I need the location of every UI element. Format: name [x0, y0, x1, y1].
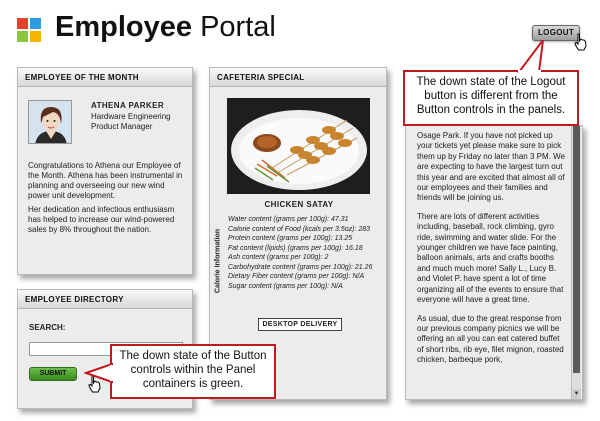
nutrition-item: Water content (grams per 100g): 47.31 — [228, 216, 349, 223]
dish-name: CHICKEN SATAY — [264, 200, 334, 209]
logout-button[interactable]: LOGOUT — [532, 25, 580, 41]
callout-pointer — [517, 40, 545, 74]
submit-button[interactable]: SUBMIT — [29, 367, 77, 381]
page-title: Employee Portal — [55, 11, 276, 44]
nutrition-item: Ash content (grams per 100g): 2 — [228, 254, 329, 261]
search-label: SEARCH: — [29, 323, 66, 332]
employee-role: Hardware Engineering Product Manager — [91, 112, 171, 131]
nutrition-item: Fat content (lipids) (grams per 100g): 1… — [228, 244, 363, 252]
nutrition-item: Sugar content (grams per 100g): N/A — [228, 282, 343, 290]
employee-of-month-heading: EMPLOYEE OF THE MONTH — [18, 68, 192, 87]
employee-name: ATHENA PARKER — [91, 101, 165, 110]
desktop-delivery-button[interactable]: DESKTOP DELIVERY — [258, 318, 342, 331]
nutrition-list: Water content (grams per 100g): 47.31 Ca… — [228, 215, 388, 291]
submit-callout: The down state of the Button controls wi… — [110, 344, 276, 399]
employee-achievement: Her dedication and infectious enthusiasm… — [28, 205, 175, 234]
news-scrollbar[interactable]: ▼ — [571, 126, 581, 399]
nutrition-item: Calorie content of Food (kcals per 3.5oz… — [228, 225, 371, 233]
page-title-bold: Employee — [55, 11, 192, 43]
news-panel: Osage Park. If you have not picked up yo… — [405, 125, 583, 400]
nutrition-item: Dietary Fiber content (grams per 100g): … — [228, 273, 365, 280]
news-paragraph: As usual, due to the great response from… — [417, 313, 564, 365]
nutrition-item: Protein content (grams per 100g): 13.25 — [228, 235, 353, 242]
cafeteria-heading: CAFETERIA SPECIAL — [210, 68, 386, 87]
dish-photo — [227, 98, 370, 194]
news-content: Osage Park. If you have not picked up yo… — [417, 131, 565, 374]
calorie-info-label: Calorie Information — [213, 215, 222, 307]
nutrition-item: Carbohydrate content (grams per 100g): 2… — [228, 263, 373, 271]
employee-of-month-panel: EMPLOYEE OF THE MONTH ATHENA PARKER Hard… — [17, 67, 193, 275]
calorie-info-text: Calorie Information — [214, 228, 221, 294]
hand-cursor-icon — [574, 33, 587, 51]
scroll-down-arrow-icon[interactable]: ▼ — [572, 389, 581, 399]
logout-callout: The down state of the Logout button is d… — [403, 70, 579, 126]
employee-description: Congratulations to Athena our Employee o… — [28, 161, 183, 200]
page-title-rest: Portal — [200, 11, 276, 43]
news-paragraph: There are lots of different activities i… — [417, 211, 564, 305]
scrollbar-thumb[interactable] — [573, 126, 580, 373]
news-paragraph: Osage Park. If you have not picked up yo… — [417, 131, 565, 203]
callout-pointer — [84, 362, 114, 384]
portal-logo-icon — [17, 18, 41, 42]
employee-directory-heading: EMPLOYEE DIRECTORY — [18, 290, 192, 309]
employee-avatar — [28, 100, 72, 144]
